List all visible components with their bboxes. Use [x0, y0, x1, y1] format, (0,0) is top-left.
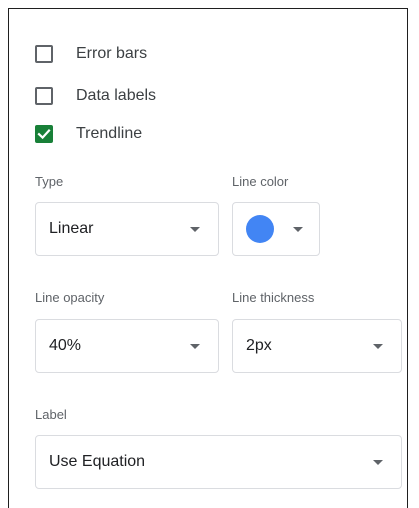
type-value: Linear	[49, 220, 94, 237]
line-thickness-label: Line thickness	[232, 290, 315, 305]
type-dropdown-caret-icon	[190, 227, 200, 232]
type-label: Type	[35, 174, 64, 189]
error-bars-checkbox[interactable]	[35, 45, 53, 63]
label-value: Use Equation	[49, 453, 146, 470]
line-opacity-select[interactable]: 40%	[35, 319, 219, 373]
data-labels-checkbox[interactable]	[35, 87, 53, 105]
line-opacity-value: 40%	[49, 337, 82, 354]
label-dropdown-caret-icon	[373, 460, 383, 465]
trendline-checkbox[interactable]	[35, 125, 53, 143]
type-select[interactable]: Linear	[35, 202, 219, 256]
color-swatch-icon	[246, 215, 274, 243]
line-color-select[interactable]	[232, 202, 320, 256]
trendline-option[interactable]: Trendline	[35, 122, 142, 146]
line-thickness-value: 2px	[246, 337, 272, 354]
checkmark-icon	[37, 129, 51, 140]
line-color-dropdown-caret-icon	[293, 227, 303, 232]
error-bars-option[interactable]: Error bars	[35, 42, 147, 66]
error-bars-label: Error bars	[76, 45, 148, 62]
label-select[interactable]: Use Equation	[35, 435, 402, 489]
trendline-label: Trendline	[76, 125, 143, 142]
label-field-label: Label	[35, 407, 67, 422]
line-opacity-label: Line opacity	[35, 290, 105, 305]
line-opacity-dropdown-caret-icon	[190, 344, 200, 349]
line-color-label: Line color	[232, 174, 289, 189]
line-thickness-select[interactable]: 2px	[232, 319, 402, 373]
data-labels-label: Data labels	[76, 87, 157, 104]
line-thickness-dropdown-caret-icon	[373, 344, 383, 349]
data-labels-option[interactable]: Data labels	[35, 84, 156, 108]
chart-customize-panel: Error bars Data labels Trendline Type Li…	[8, 8, 408, 508]
